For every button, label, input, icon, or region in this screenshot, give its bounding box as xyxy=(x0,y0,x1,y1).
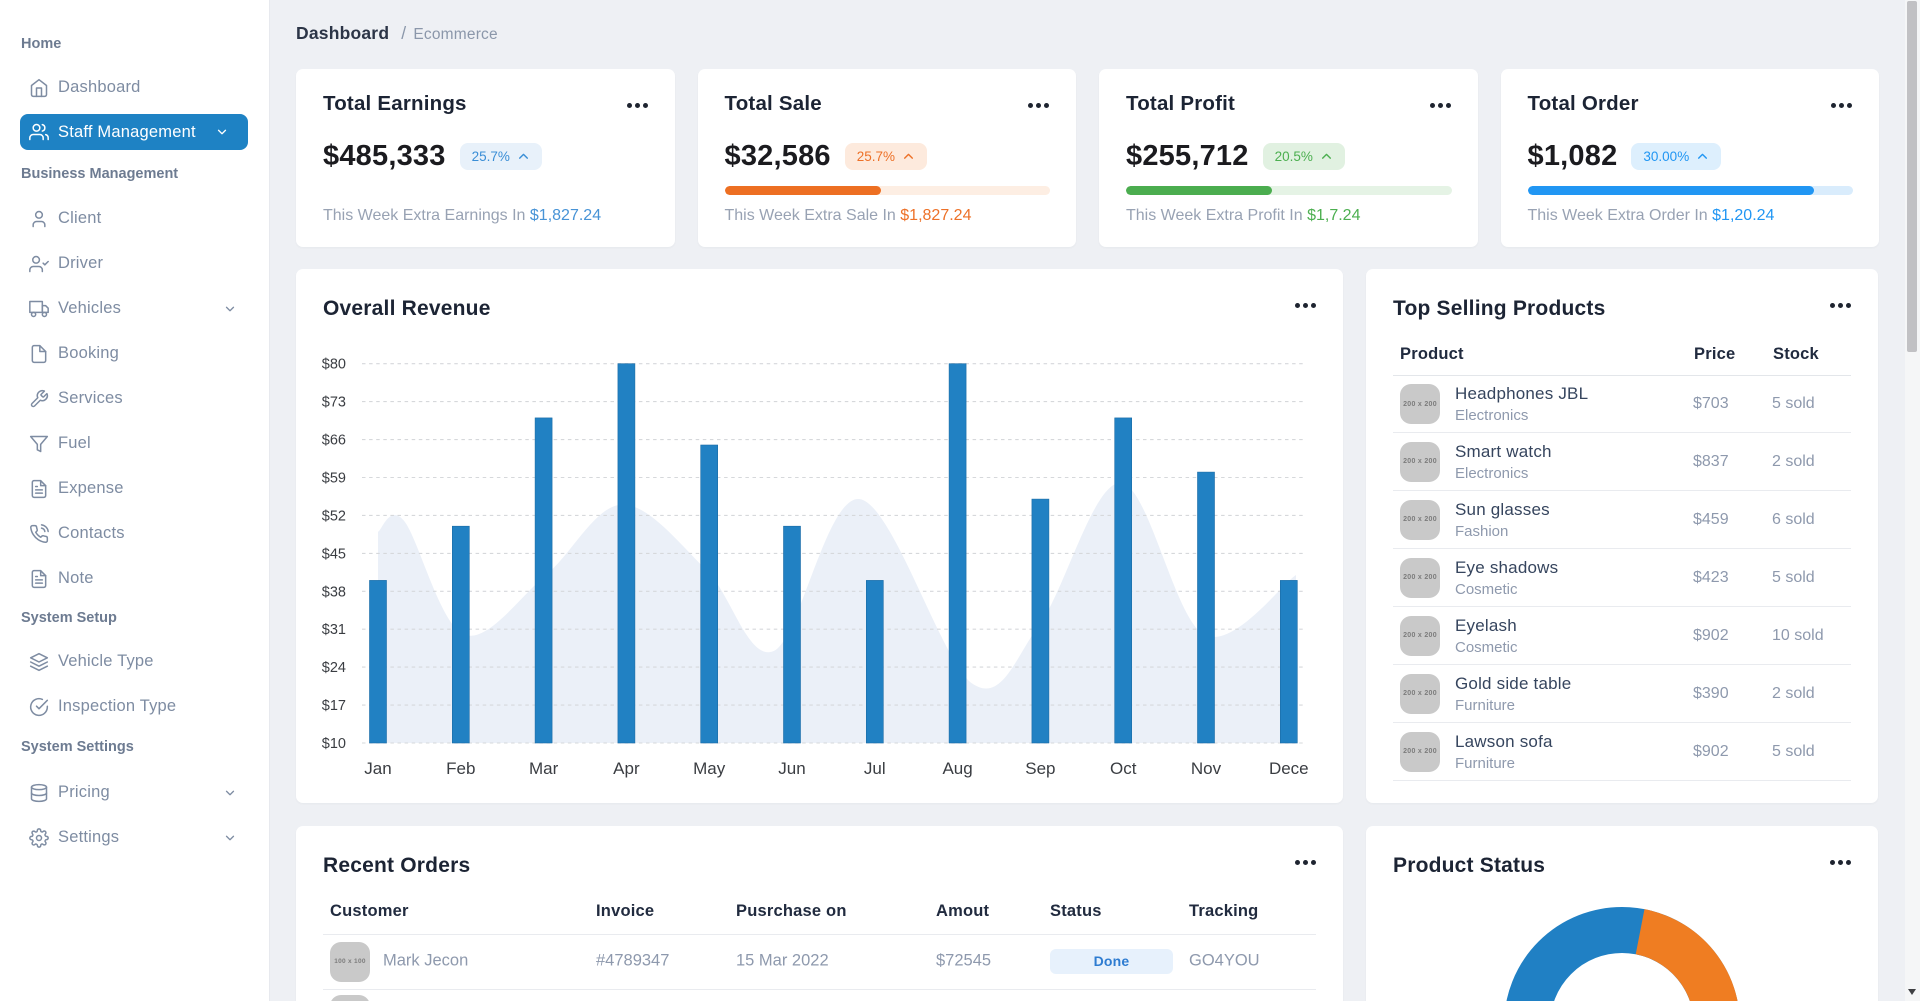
svg-text:$80: $80 xyxy=(322,357,346,373)
svg-text:$73: $73 xyxy=(322,395,346,411)
svg-text:Jun: Jun xyxy=(778,759,805,778)
svg-text:Nov: Nov xyxy=(1191,759,1222,778)
svg-text:$31: $31 xyxy=(322,622,346,638)
svg-text:Feb: Feb xyxy=(446,759,475,778)
svg-text:$24: $24 xyxy=(322,660,346,676)
svg-text:Oct: Oct xyxy=(1110,759,1137,778)
svg-text:$66: $66 xyxy=(322,433,346,449)
svg-text:Dece: Dece xyxy=(1269,759,1309,778)
svg-text:Jan: Jan xyxy=(364,759,391,778)
svg-text:$38: $38 xyxy=(322,584,346,600)
svg-text:$59: $59 xyxy=(322,471,346,487)
svg-text:$52: $52 xyxy=(322,508,346,524)
svg-text:Jul: Jul xyxy=(864,759,886,778)
svg-text:Mar: Mar xyxy=(529,759,559,778)
svg-text:$10: $10 xyxy=(322,736,346,752)
svg-text:Apr: Apr xyxy=(613,759,640,778)
svg-text:$17: $17 xyxy=(322,698,346,714)
svg-text:Sep: Sep xyxy=(1025,759,1055,778)
svg-text:Aug: Aug xyxy=(942,759,972,778)
svg-text:May: May xyxy=(693,759,726,778)
svg-text:$45: $45 xyxy=(322,546,346,562)
